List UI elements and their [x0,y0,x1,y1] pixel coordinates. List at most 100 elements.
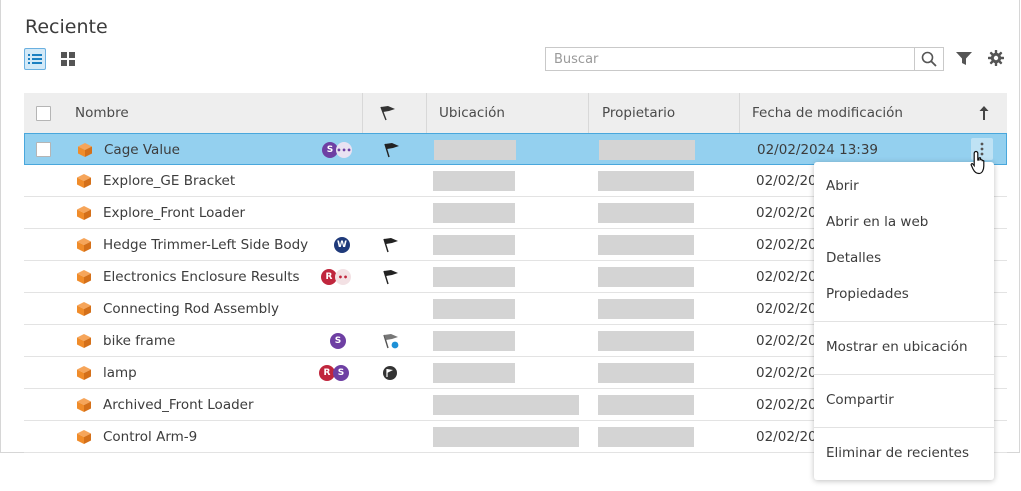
design-cube-icon [77,174,91,188]
select-all-checkbox[interactable] [36,105,51,121]
row-name[interactable]: Explore_GE Bracket [103,165,235,196]
settings-button[interactable] [987,49,1005,67]
row-name[interactable]: lamp [103,357,137,388]
table-header: Nombre Ubicación Propietario Fecha de mo… [24,93,1007,133]
owner-redacted [598,171,694,191]
column-header-location[interactable]: Ubicación [439,93,505,133]
user-avatar: W [334,237,350,253]
location-redacted [433,235,515,255]
design-cube-icon [77,206,91,220]
menu-divider [814,427,994,428]
location-redacted [433,427,579,447]
menu-item-open-web[interactable]: Abrir en la web [826,214,928,230]
location-redacted [433,395,579,415]
location-redacted [433,331,515,351]
row-date: 02/02/20 [756,268,817,285]
menu-item-share[interactable]: Compartir [826,392,894,408]
page-title: Reciente [25,16,108,38]
search-button[interactable] [914,47,944,71]
row-date: 02/02/20 [756,236,817,253]
row-date: 02/02/20 [756,332,817,349]
row-name[interactable]: Cage Value [104,134,180,165]
table-row[interactable]: Cage Value S ••• 02/02/2024 13:39 [24,133,1007,165]
sort-button[interactable] [979,93,989,133]
owner-redacted [598,299,694,319]
search-input[interactable] [545,47,915,71]
row-name[interactable]: Control Arm-9 [103,421,197,452]
row-date: 02/02/20 [756,428,817,445]
row-name[interactable]: bike frame [103,325,175,356]
column-divider [426,93,427,133]
sort-ascending-icon [979,106,989,120]
column-header-name[interactable]: Nombre [75,93,129,133]
row-name[interactable]: Hedge Trimmer-Left Side Body [103,229,308,260]
owner-redacted [598,235,694,255]
design-cube-icon [77,238,91,252]
menu-item-remove-recent[interactable]: Eliminar de recientes [826,445,969,461]
location-redacted [433,299,515,319]
row-date: 02/02/2024 13:39 [757,141,879,158]
design-cube-icon [78,143,92,157]
menu-item-properties[interactable]: Propiedades [826,286,909,302]
flag-icon [383,238,398,253]
location-redacted [433,203,515,223]
owner-redacted [598,427,694,447]
design-cube-icon [77,270,91,284]
owner-redacted [599,140,695,160]
design-cube-icon [77,430,91,444]
column-divider [739,93,740,133]
column-header-modified[interactable]: Fecha de modificación [752,93,903,133]
grid-view-icon [61,52,75,66]
design-cube-icon [77,398,91,412]
user-avatar: S [330,333,346,349]
row-date: 02/02/20 [756,172,817,189]
location-redacted [433,267,515,287]
owner-redacted [598,331,694,351]
design-cube-icon [77,302,91,316]
owner-redacted [598,395,694,415]
menu-item-open[interactable]: Abrir [826,178,859,194]
flag-icon [383,270,398,285]
row-checkbox-cell [36,134,51,165]
menu-divider [814,321,994,322]
owner-redacted [598,363,694,383]
hand-cursor-icon [970,150,985,175]
column-header-owner[interactable]: Propietario [602,93,675,133]
row-context-menu: Abrir Abrir en la web Detalles Propiedad… [814,162,994,480]
column-header-flag[interactable] [379,93,397,133]
search-icon [921,51,937,67]
location-redacted [433,171,515,191]
flag-icon [384,143,399,158]
user-avatar: S [333,365,349,381]
row-name[interactable]: Connecting Rod Assembly [103,293,279,324]
owner-redacted [598,267,694,287]
more-users-icon: ••• [336,142,352,158]
row-date: 02/02/20 [756,364,817,381]
list-view-icon [28,54,42,64]
menu-item-show-location[interactable]: Mostrar en ubicación [826,339,968,355]
row-date: 02/02/20 [756,396,817,413]
location-redacted [434,140,516,160]
column-divider [588,93,589,133]
column-divider [362,93,363,133]
row-name[interactable]: Electronics Enclosure Results [103,261,300,292]
menu-item-details[interactable]: Detalles [826,250,881,266]
row-name[interactable]: Archived_Front Loader [103,389,254,420]
row-checkbox[interactable] [36,142,51,157]
owner-redacted [598,203,694,223]
row-name[interactable]: Explore_Front Loader [103,197,245,228]
shared-flag-icon [383,334,399,349]
menu-divider [814,374,994,375]
flag-circle-icon [383,366,397,380]
row-date: 02/02/20 [756,204,817,221]
flag-icon [380,106,395,121]
filter-button[interactable] [955,50,973,68]
more-users-icon: •• [335,269,351,285]
list-view-button[interactable] [24,48,46,70]
filter-icon [956,52,972,65]
grid-view-button[interactable] [57,48,79,70]
design-cube-icon [77,366,91,380]
select-all-cell [36,93,51,133]
location-redacted [433,363,515,383]
design-cube-icon [77,334,91,348]
